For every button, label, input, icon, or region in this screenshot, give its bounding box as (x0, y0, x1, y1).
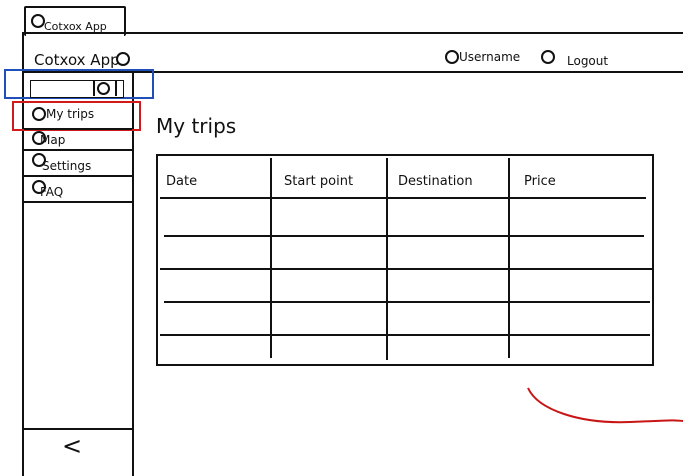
table-row-divider (164, 301, 650, 303)
column-header-price[interactable]: Price (524, 174, 556, 189)
table-row-divider (164, 235, 644, 237)
tab-icon (31, 14, 45, 28)
app-logo-icon (116, 52, 130, 66)
table-row-divider (160, 197, 646, 199)
table-bottom-border (156, 364, 654, 366)
table-right-border (652, 154, 654, 366)
username-link[interactable]: Username (459, 50, 520, 64)
collapse-sidebar-button[interactable]: < (62, 432, 82, 460)
table-row-divider (160, 334, 650, 336)
sidebar-item-label: Map (40, 133, 66, 147)
sidebar-item-label: FAQ (40, 185, 64, 199)
sidebar-toggle-box[interactable] (30, 80, 124, 98)
annotation-curve (527, 387, 683, 424)
user-avatar-icon (445, 50, 459, 64)
sidebar-item-map[interactable]: Map (24, 130, 132, 150)
sidebar-item-label: Settings (42, 159, 92, 173)
sidebar-footer-divider (24, 428, 132, 430)
table-row-divider (160, 268, 652, 270)
table-col-divider (508, 158, 510, 358)
logout-button[interactable]: Logout (567, 54, 608, 68)
sidebar-toggle-icon (97, 82, 110, 95)
app-title: Cotxox App (34, 51, 120, 69)
sidebar-divider-4 (24, 201, 132, 203)
column-header-start-point[interactable]: Start point (284, 174, 353, 189)
sidebar-item-settings[interactable]: Settings (24, 151, 132, 175)
sidebar-toggle-bar (93, 81, 95, 96)
sidebar-right-border (132, 73, 134, 476)
sidebar-toggle-bar-right (115, 81, 117, 96)
sidebar-selected-highlight (12, 101, 141, 131)
sidebar-item-faq[interactable]: FAQ (24, 177, 132, 201)
logout-icon (541, 50, 555, 64)
column-header-destination[interactable]: Destination (398, 174, 473, 189)
page-title: My trips (156, 114, 237, 138)
column-header-date[interactable]: Date (166, 174, 197, 189)
table-col-divider (386, 158, 388, 360)
table-left-border (156, 154, 158, 366)
table-col-divider (270, 158, 272, 358)
table-top-border (156, 154, 654, 156)
trips-table: Date Start point Destination Price (156, 154, 654, 366)
